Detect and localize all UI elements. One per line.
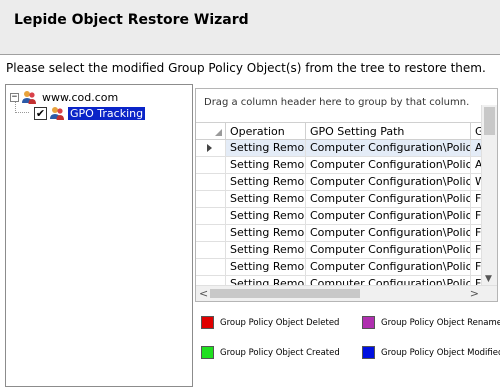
grid-header-row: Operation GPO Setting Path G bbox=[196, 122, 491, 140]
row-indicator bbox=[196, 259, 226, 276]
deleted-swatch bbox=[201, 316, 214, 329]
corner-triangle-icon bbox=[215, 129, 222, 136]
group-by-panel[interactable]: Drag a column header here to group by th… bbox=[196, 89, 497, 119]
current-row-arrow-icon bbox=[207, 144, 212, 152]
table-row[interactable]: Setting Remo... Computer Configuration\P… bbox=[196, 259, 491, 276]
collapse-icon[interactable]: − bbox=[10, 92, 19, 102]
column-header-operation[interactable]: Operation bbox=[226, 122, 306, 140]
legend-modified: Group Policy Object Modified bbox=[362, 346, 500, 359]
gpo-users-icon bbox=[50, 107, 64, 120]
cell-path[interactable]: Computer Configuration\Policies... bbox=[306, 208, 471, 225]
row-indicator bbox=[196, 191, 226, 208]
table-row[interactable]: Setting Remo... Computer Configuration\P… bbox=[196, 208, 491, 225]
table-row[interactable]: Setting Remo... Computer Configuration\P… bbox=[196, 191, 491, 208]
tree-label-domain: www.cod.com bbox=[42, 90, 119, 104]
cell-operation[interactable]: Setting Remo... bbox=[226, 174, 306, 191]
gpo-tracking-checkbox[interactable]: ✔ bbox=[34, 106, 47, 120]
scroll-right-icon[interactable]: > bbox=[470, 287, 479, 300]
cell-operation[interactable]: Setting Remo... bbox=[226, 157, 306, 174]
instruction-text: Please select the modified Group Policy … bbox=[6, 61, 486, 75]
tree-node-root[interactable]: − www.cod.com bbox=[10, 89, 120, 105]
cell-operation[interactable]: Setting Remo... bbox=[226, 225, 306, 242]
row-indicator bbox=[196, 242, 226, 259]
cell-path[interactable]: Computer Configuration\Policies... bbox=[306, 174, 471, 191]
row-indicator bbox=[196, 174, 226, 191]
cell-path[interactable]: Computer Configuration\Policies... bbox=[306, 225, 471, 242]
vertical-scrollbar[interactable]: ▼ bbox=[481, 105, 497, 286]
cell-path[interactable]: Computer Configuration\Policies... bbox=[306, 191, 471, 208]
tree-label-gpo-tracking[interactable]: GPO Tracking bbox=[68, 106, 146, 120]
vertical-scroll-thumb[interactable] bbox=[484, 107, 495, 135]
cell-operation[interactable]: Setting Remo... bbox=[226, 191, 306, 208]
tree-node-gpo-tracking[interactable]: ✔ GPO Tracking bbox=[34, 105, 146, 121]
scroll-down-icon[interactable]: ▼ bbox=[485, 274, 492, 284]
cell-operation[interactable]: Setting Remo... bbox=[226, 208, 306, 225]
wizard-header: Lepide Object Restore Wizard bbox=[0, 0, 500, 55]
scroll-left-icon[interactable]: < bbox=[199, 287, 208, 300]
grid-corner-cell bbox=[196, 122, 226, 140]
legend-deleted-label: Group Policy Object Deleted bbox=[220, 317, 340, 328]
wizard-title: Lepide Object Restore Wizard bbox=[14, 12, 249, 28]
table-row[interactable]: Setting Remo... Computer Configuration\P… bbox=[196, 174, 491, 191]
grid-rows: Setting Remo... Computer Configuration\P… bbox=[196, 140, 491, 293]
cell-path[interactable]: Computer Configuration\Policies... bbox=[306, 140, 471, 157]
gpo-changes-grid: Drag a column header here to group by th… bbox=[195, 88, 498, 302]
cell-path[interactable]: Computer Configuration\Policies... bbox=[306, 157, 471, 174]
legend-renamed-label: Group Policy Object Renamed bbox=[381, 317, 500, 328]
domain-users-icon bbox=[22, 91, 36, 104]
row-indicator bbox=[196, 140, 226, 157]
table-row[interactable]: Setting Remo... Computer Configuration\P… bbox=[196, 140, 491, 157]
cell-operation[interactable]: Setting Remo... bbox=[226, 242, 306, 259]
legend-renamed: Group Policy Object Renamed bbox=[362, 316, 500, 329]
table-row[interactable]: Setting Remo... Computer Configuration\P… bbox=[196, 225, 491, 242]
legend-created: Group Policy Object Created bbox=[201, 346, 340, 359]
row-indicator bbox=[196, 208, 226, 225]
table-row[interactable]: Setting Remo... Computer Configuration\P… bbox=[196, 242, 491, 259]
legend-deleted: Group Policy Object Deleted bbox=[201, 316, 339, 329]
row-indicator bbox=[196, 157, 226, 174]
horizontal-scrollbar[interactable]: < > bbox=[196, 285, 497, 301]
created-swatch bbox=[201, 346, 214, 359]
cell-path[interactable]: Computer Configuration\Policies... bbox=[306, 242, 471, 259]
column-header-gpo-setting-path[interactable]: GPO Setting Path bbox=[306, 122, 471, 140]
cell-operation[interactable]: Setting Remo... bbox=[226, 140, 306, 157]
table-row[interactable]: Setting Remo... Computer Configuration\P… bbox=[196, 157, 491, 174]
row-indicator bbox=[196, 225, 226, 242]
renamed-swatch bbox=[362, 316, 375, 329]
legend-modified-label: Group Policy Object Modified bbox=[381, 347, 500, 358]
cell-operation[interactable]: Setting Remo... bbox=[226, 259, 306, 276]
horizontal-scroll-thumb[interactable] bbox=[210, 289, 360, 298]
tree-connector bbox=[15, 112, 29, 113]
cell-path[interactable]: Computer Configuration\Policies... bbox=[306, 259, 471, 276]
modified-swatch bbox=[362, 346, 375, 359]
gpo-tree: − www.cod.com ✔ GPO Tracking bbox=[5, 84, 193, 387]
legend-created-label: Group Policy Object Created bbox=[220, 347, 340, 358]
